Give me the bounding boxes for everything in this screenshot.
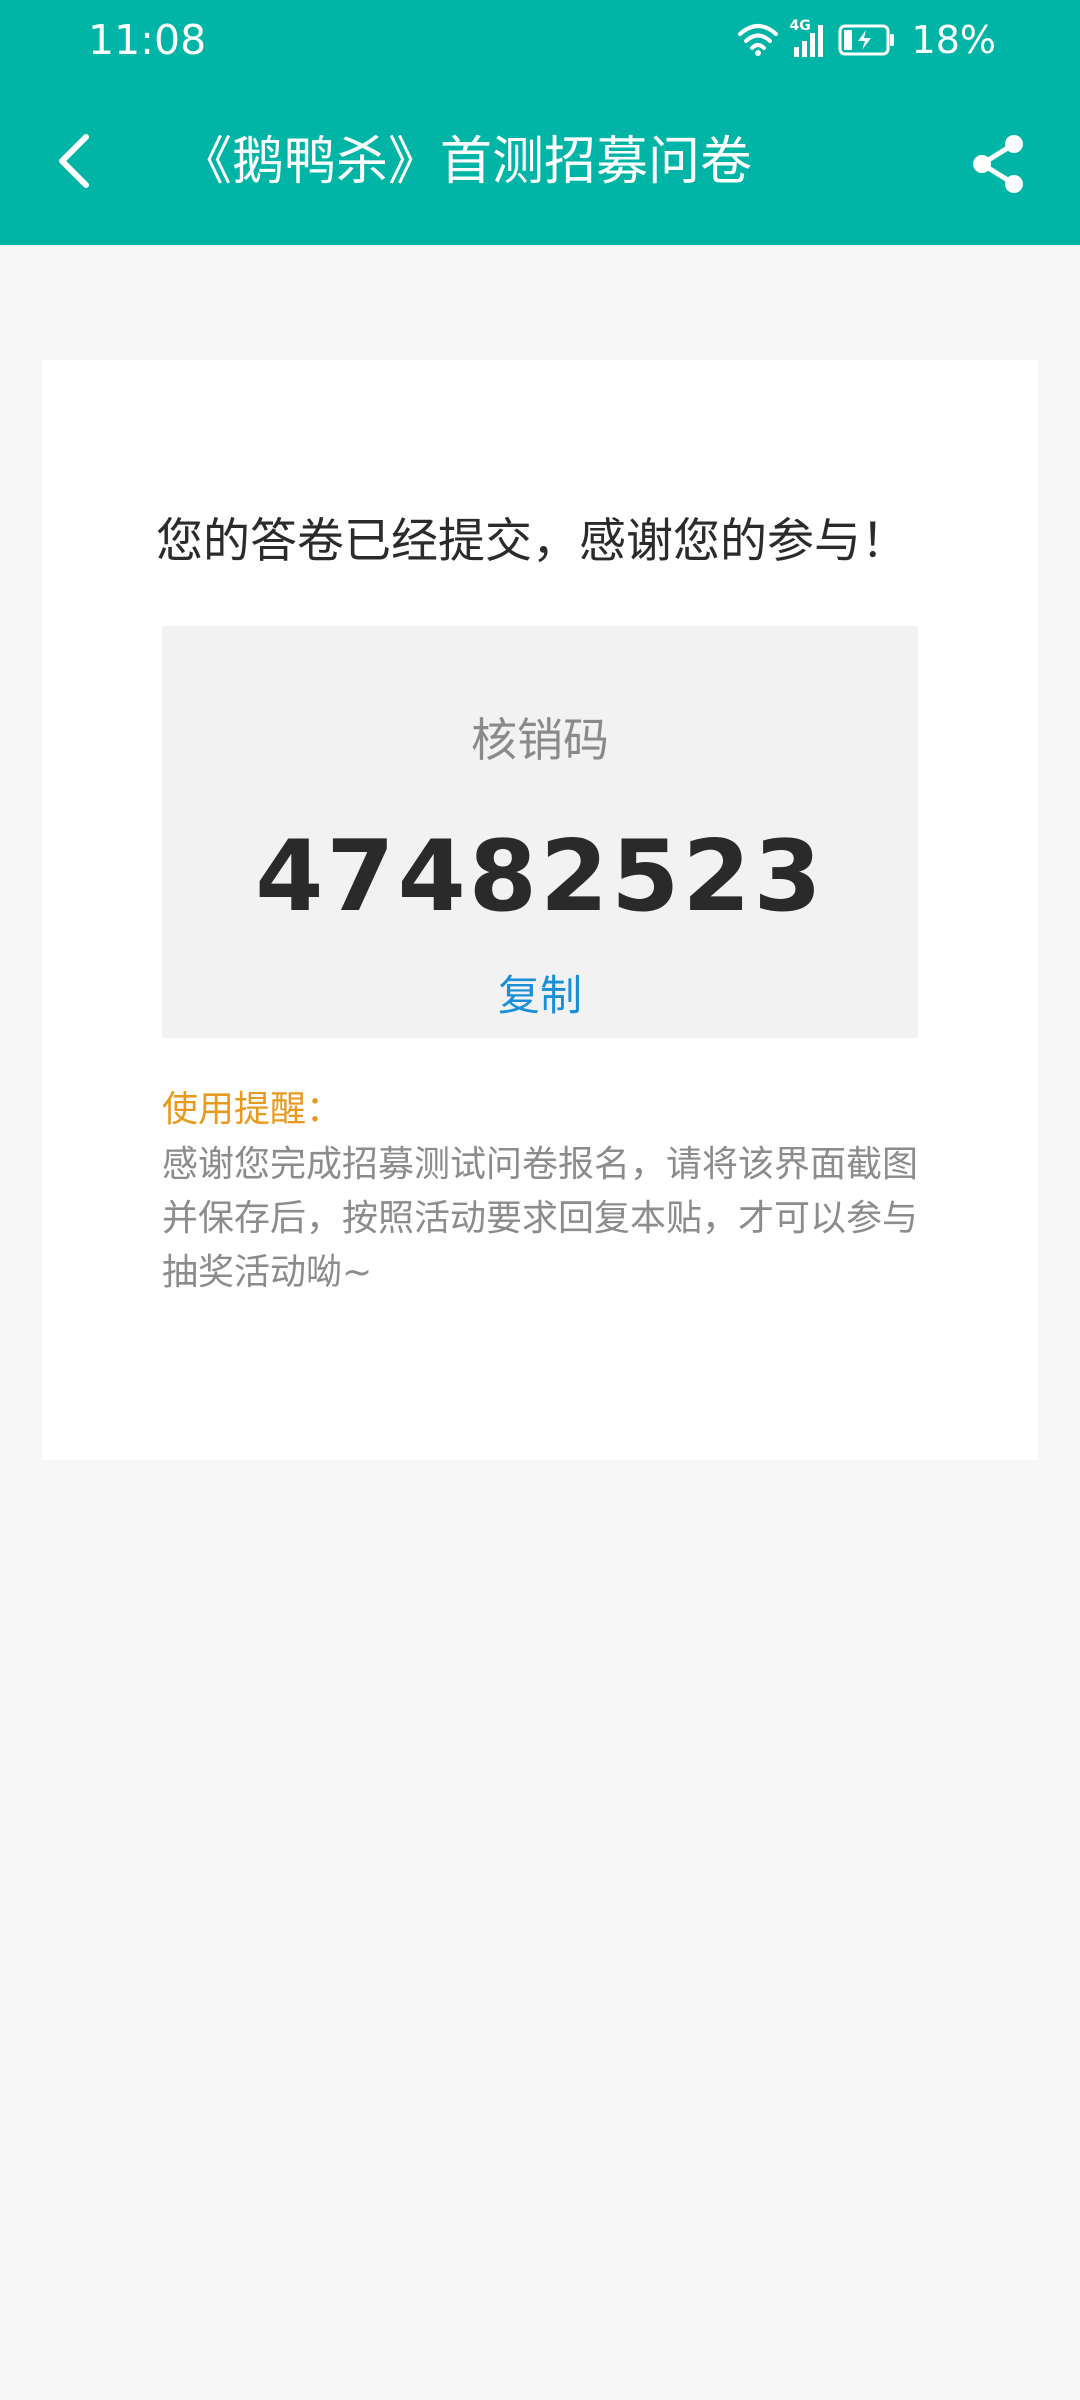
- redemption-code-box: 核销码 47482523 复制: [162, 626, 918, 1038]
- network-type-label: 4G: [789, 18, 811, 34]
- battery-charging-icon: [838, 24, 896, 56]
- result-card: 您的答卷已经提交，感谢您的参与！ 核销码 47482523 复制 使用提醒： 感…: [42, 360, 1038, 1460]
- top-app-bar: 11:08 4G 18% 《鹅鸭杀》首测招募问卷: [0, 0, 1080, 245]
- cellular-signal-icon: 4G: [790, 19, 826, 57]
- wifi-icon: [737, 22, 778, 58]
- status-time: 11:08: [88, 16, 207, 64]
- status-icons: 4G 18%: [737, 14, 996, 66]
- tip-body: 感谢您完成招募测试问卷报名，请将该界面截图并保存后，按照活动要求回复本贴，才可以…: [162, 1144, 919, 1293]
- battery-percent: 18%: [911, 18, 996, 62]
- back-button[interactable]: [44, 120, 104, 202]
- tip-title: 使用提醒：: [162, 1089, 343, 1130]
- chevron-left-icon: [59, 134, 89, 188]
- redemption-code-value: 47482523: [255, 820, 825, 934]
- share-button[interactable]: [960, 126, 1036, 202]
- copy-button[interactable]: 复制: [440, 966, 640, 1026]
- share-icon: [973, 135, 1023, 193]
- submission-success-message: 您的答卷已经提交，感谢您的参与！: [156, 514, 908, 569]
- redemption-code-label: 核销码: [471, 713, 609, 767]
- page-title: 《鹅鸭杀》首测招募问卷: [180, 132, 753, 192]
